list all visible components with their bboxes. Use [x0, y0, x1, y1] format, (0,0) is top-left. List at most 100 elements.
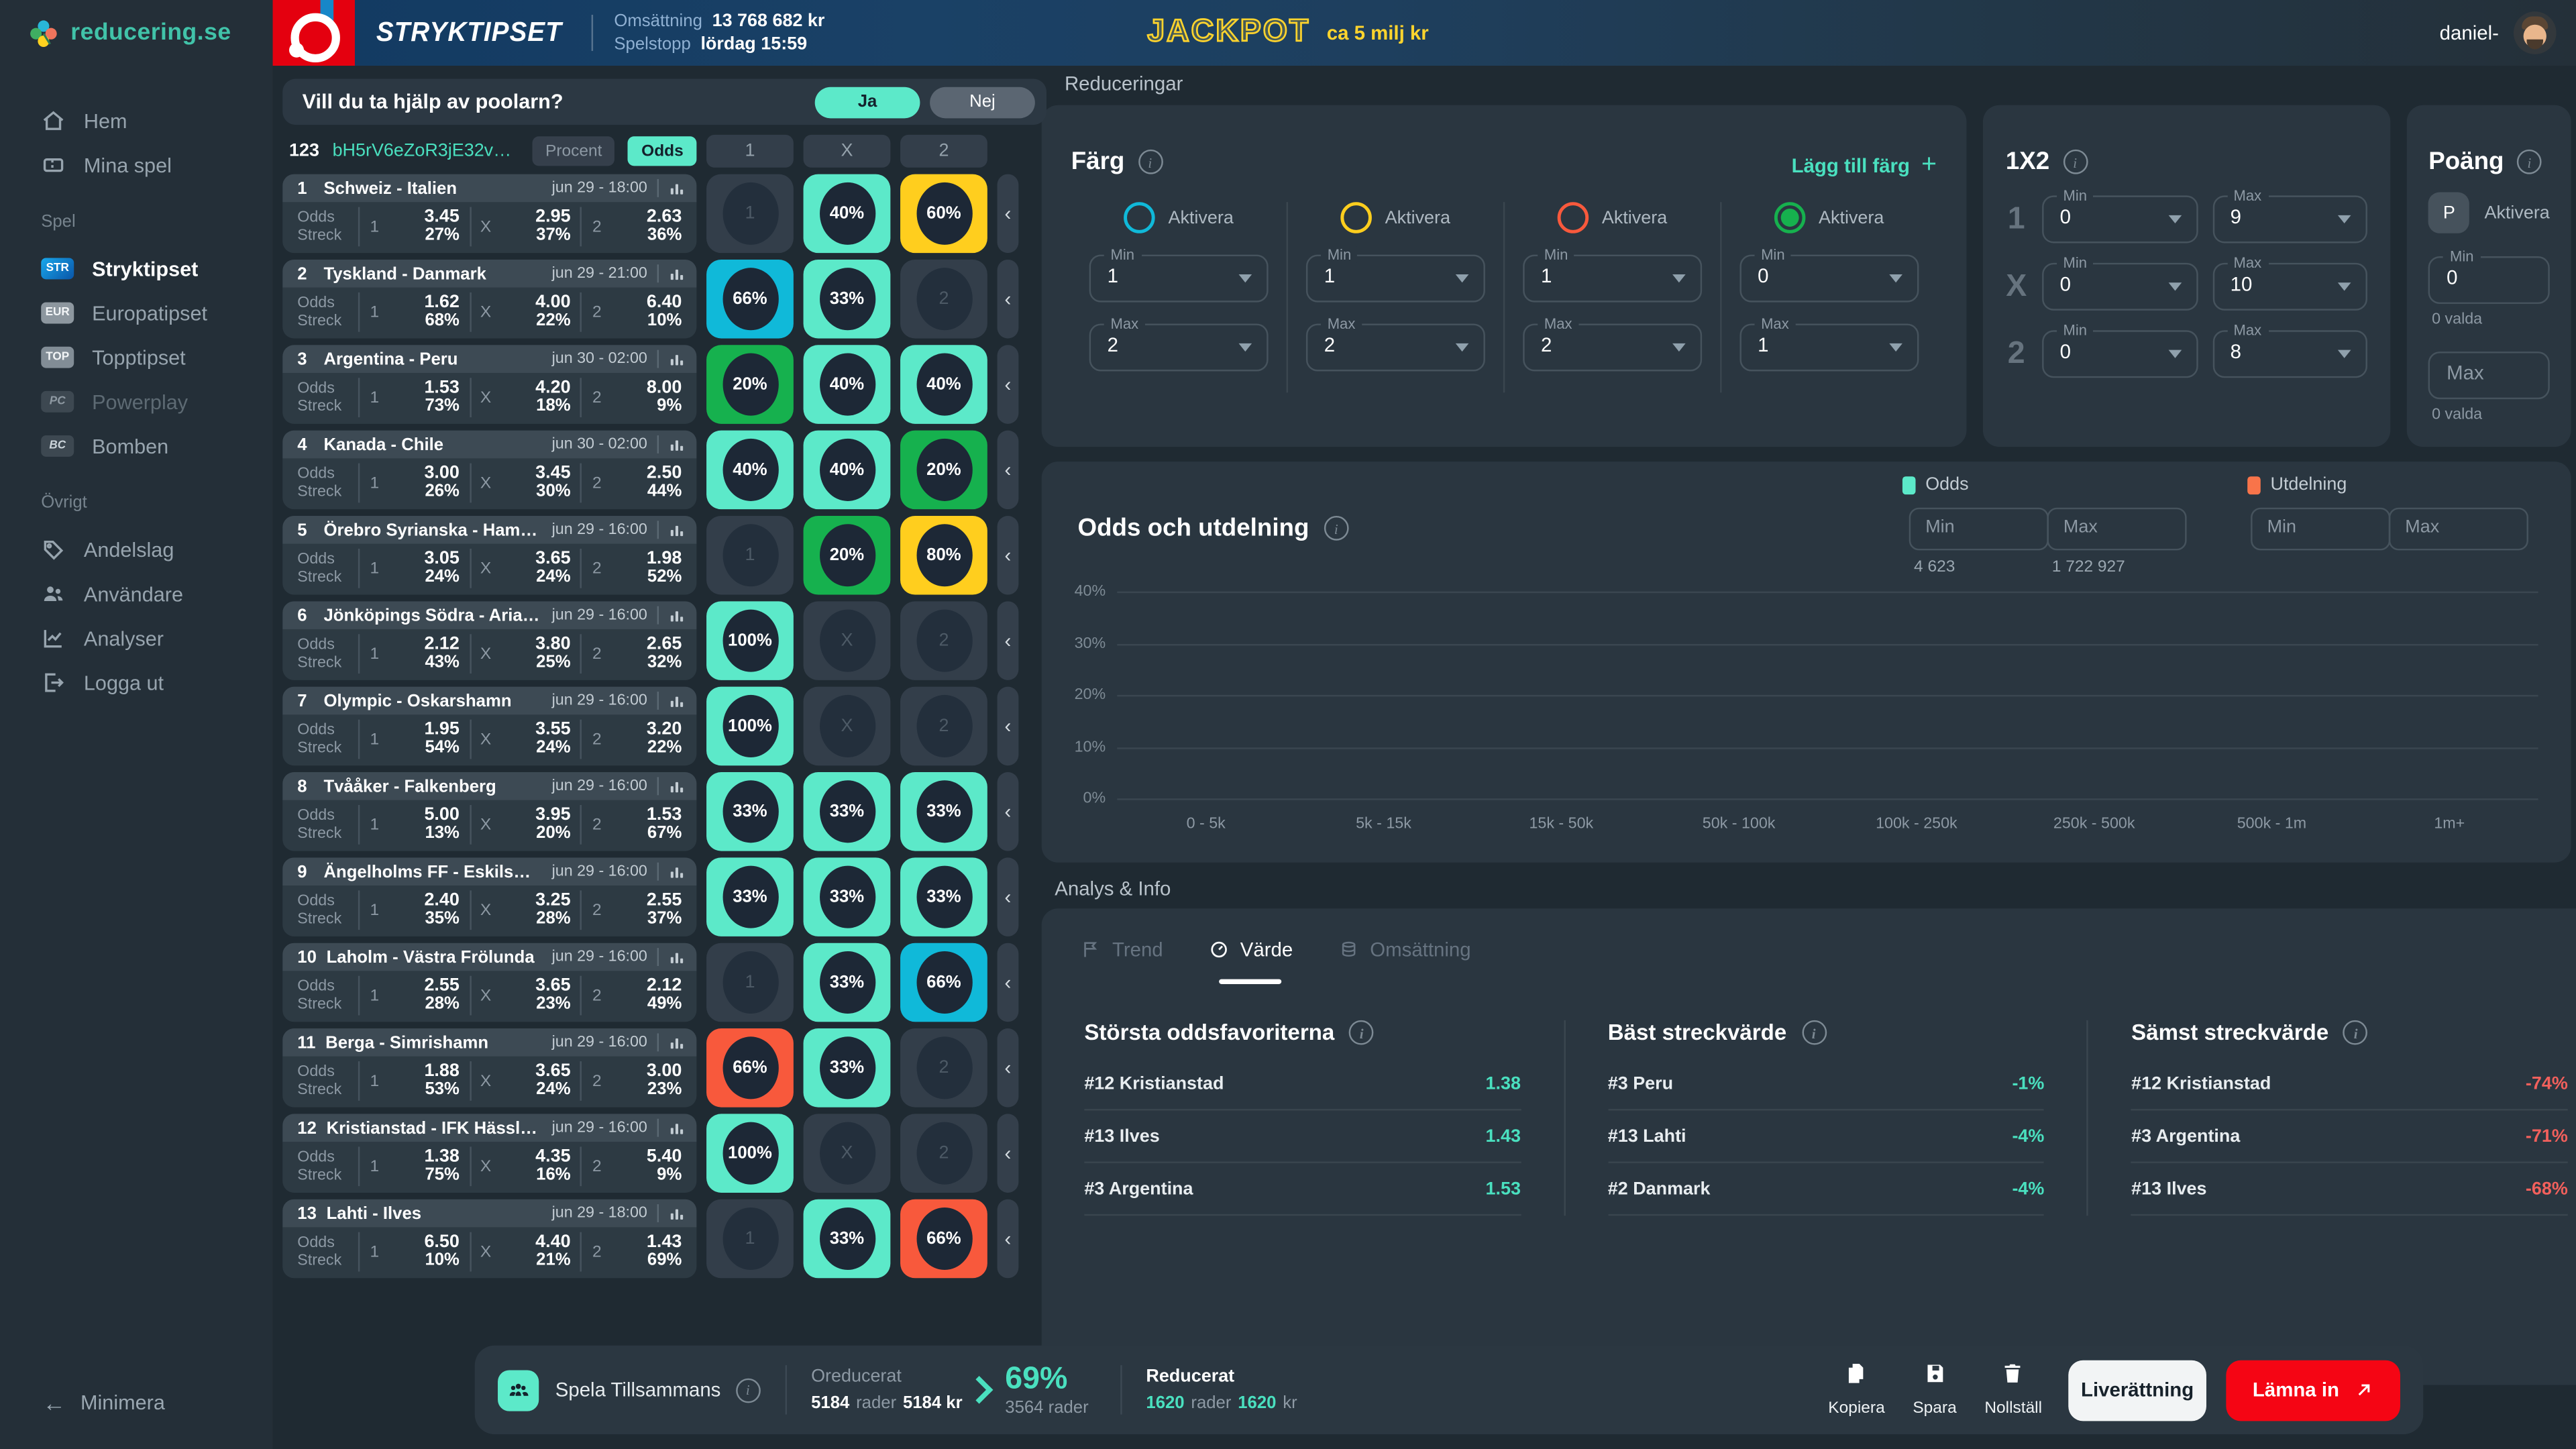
stats-icon[interactable]	[669, 522, 685, 538]
pick-cell-7-2[interactable]: 2	[900, 687, 987, 766]
pick-cell-2-1[interactable]: 66%	[706, 260, 794, 339]
farg-cyan-min-select[interactable]: Min1	[1089, 255, 1269, 303]
sidebar-item-hem[interactable]: Hem	[0, 99, 273, 143]
sidebar-item-bomben[interactable]: BC Bomben	[0, 424, 273, 468]
farg-yellow-max-select[interactable]: Max2	[1306, 323, 1485, 371]
column-header-x[interactable]: X	[804, 135, 891, 168]
match-header[interactable]: 12Kristianstad - IFK Hässleholmjun 29 - …	[282, 1114, 696, 1142]
collapse-row-button[interactable]: ‹	[998, 857, 1019, 936]
column-header-1[interactable]: 1	[706, 135, 794, 168]
color-ring-cyan[interactable]	[1124, 202, 1155, 233]
liverattning-button[interactable]: Liverättning	[2068, 1360, 2206, 1421]
sidebar-item-analyser[interactable]: Analyser	[0, 616, 273, 660]
pick-cell-13-X[interactable]: 33%	[804, 1199, 891, 1279]
pick-cell-6-X[interactable]: X	[804, 601, 891, 680]
collapse-row-button[interactable]: ‹	[998, 174, 1019, 254]
match-header[interactable]: 7Olympic - Oskarshamnjun 29 - 16:00	[282, 687, 696, 715]
lamna-in-button[interactable]: Lämna in	[2226, 1360, 2400, 1421]
collapse-row-button[interactable]: ‹	[998, 772, 1019, 851]
pick-cell-1-2[interactable]: 60%	[900, 174, 987, 254]
stats-icon[interactable]	[669, 778, 685, 794]
pick-cell-11-X[interactable]: 33%	[804, 1028, 891, 1108]
pick-cell-1-X[interactable]: 40%	[804, 174, 891, 254]
collapse-row-button[interactable]: ‹	[998, 260, 1019, 339]
1x2-2-min-select[interactable]: Min0	[2042, 330, 2198, 378]
match-header[interactable]: 8Tvååker - Falkenbergjun 29 - 16:00	[282, 772, 696, 800]
pick-cell-3-1[interactable]: 20%	[706, 345, 794, 424]
pick-cell-8-1[interactable]: 33%	[706, 772, 794, 851]
match-header[interactable]: 3Argentina - Perujun 30 - 02:00	[282, 345, 696, 373]
pick-cell-5-2[interactable]: 80%	[900, 516, 987, 595]
info-icon[interactable]: i	[2063, 150, 2088, 174]
stats-icon[interactable]	[669, 863, 685, 879]
pick-cell-11-2[interactable]: 2	[900, 1028, 987, 1108]
collapse-row-button[interactable]: ‹	[998, 1199, 1019, 1279]
collapse-row-button[interactable]: ‹	[998, 345, 1019, 424]
utdelning-max-input[interactable]: Max	[2389, 508, 2528, 551]
1x2-X-min-select[interactable]: Min0	[2042, 263, 2198, 311]
poang-max-input[interactable]: Max	[2428, 352, 2550, 399]
match-header[interactable]: 4Kanada - Chilejun 30 - 02:00	[282, 431, 696, 459]
match-header[interactable]: 6Jönköpings Södra - Arianajun 29 - 16:00	[282, 601, 696, 629]
tab-trend[interactable]: Trend	[1081, 938, 1163, 984]
pick-cell-2-X[interactable]: 33%	[804, 260, 891, 339]
brand[interactable]: reducering.se	[0, 0, 273, 66]
poang-p-button[interactable]: P	[2428, 193, 2469, 233]
info-icon[interactable]: i	[1138, 150, 1163, 174]
match-header[interactable]: 5Örebro Syrianska - Hammarby ...jun 29 -…	[282, 516, 696, 544]
pick-cell-4-X[interactable]: 40%	[804, 431, 891, 510]
odds-max-input[interactable]: Max	[2047, 508, 2186, 551]
pool-help-yes-button[interactable]: Ja	[815, 87, 920, 118]
match-header[interactable]: 10Laholm - Västra Frölundajun 29 - 16:00	[282, 943, 696, 971]
system-code[interactable]: bH5rV6eZoR3jE32v9qopAc	[333, 142, 519, 161]
sidebar-item-mina-spel[interactable]: Mina spel	[0, 143, 273, 187]
collapse-row-button[interactable]: ‹	[998, 1028, 1019, 1108]
collapse-row-button[interactable]: ‹	[998, 431, 1019, 510]
1x2-1-min-select[interactable]: Min0	[2042, 195, 2198, 243]
match-header[interactable]: 11Berga - Simrishamnjun 29 - 16:00	[282, 1028, 696, 1057]
spela-tillsammans-toggle[interactable]	[498, 1369, 539, 1410]
color-ring-green[interactable]	[1774, 202, 1806, 233]
1x2-X-max-select[interactable]: Max10	[2212, 263, 2368, 311]
stats-icon[interactable]	[669, 266, 685, 282]
match-header[interactable]: 2Tyskland - Danmarkjun 29 - 21:00	[282, 260, 696, 288]
pick-cell-10-2[interactable]: 66%	[900, 943, 987, 1022]
farg-green-max-select[interactable]: Max1	[1739, 323, 1919, 371]
pick-cell-9-1[interactable]: 33%	[706, 857, 794, 936]
pick-cell-12-1[interactable]: 100%	[706, 1114, 794, 1193]
tab-varde[interactable]: Värde	[1209, 938, 1293, 984]
minimize-sidebar-button[interactable]: ← Minimera	[43, 1390, 165, 1416]
sidebar-item-anvandare[interactable]: Användare	[0, 572, 273, 616]
pick-cell-6-2[interactable]: 2	[900, 601, 987, 680]
info-icon[interactable]: i	[1801, 1020, 1826, 1045]
pick-cell-12-X[interactable]: X	[804, 1114, 891, 1193]
info-icon[interactable]: i	[2517, 150, 2542, 174]
add-color-button[interactable]: Lägg till färg +	[1792, 151, 1937, 180]
match-header[interactable]: 9Ängelholms FF - Eskilsminnejun 29 - 16:…	[282, 857, 696, 885]
pick-cell-3-X[interactable]: 40%	[804, 345, 891, 424]
1x2-1-max-select[interactable]: Max9	[2212, 195, 2368, 243]
sidebar-item-topptipset[interactable]: TOP Topptipset	[0, 335, 273, 380]
info-icon[interactable]: i	[2343, 1020, 2368, 1045]
nollställ-button[interactable]: Nollställ	[1984, 1362, 2042, 1417]
pick-cell-6-1[interactable]: 100%	[706, 601, 794, 680]
color-ring-red[interactable]	[1558, 202, 1589, 233]
pick-cell-4-1[interactable]: 40%	[706, 431, 794, 510]
collapse-row-button[interactable]: ‹	[998, 516, 1019, 595]
color-ring-yellow[interactable]	[1341, 202, 1373, 233]
collapse-row-button[interactable]: ‹	[998, 1114, 1019, 1193]
collapse-row-button[interactable]: ‹	[998, 687, 1019, 766]
pick-cell-10-X[interactable]: 33%	[804, 943, 891, 1022]
pick-cell-9-X[interactable]: 33%	[804, 857, 891, 936]
pick-cell-13-1[interactable]: 1	[706, 1199, 794, 1279]
column-header-2[interactable]: 2	[900, 135, 987, 168]
odds-min-input[interactable]: Min	[1909, 508, 2049, 551]
tab-omsattning[interactable]: Omsättning	[1339, 938, 1471, 984]
pick-cell-13-2[interactable]: 66%	[900, 1199, 987, 1279]
spara-button[interactable]: Spara	[1913, 1362, 1956, 1417]
pick-cell-5-1[interactable]: 1	[706, 516, 794, 595]
stats-icon[interactable]	[669, 949, 685, 965]
utdelning-min-input[interactable]: Min	[2251, 508, 2390, 551]
farg-cyan-max-select[interactable]: Max2	[1089, 323, 1269, 371]
1x2-2-max-select[interactable]: Max8	[2212, 330, 2368, 378]
